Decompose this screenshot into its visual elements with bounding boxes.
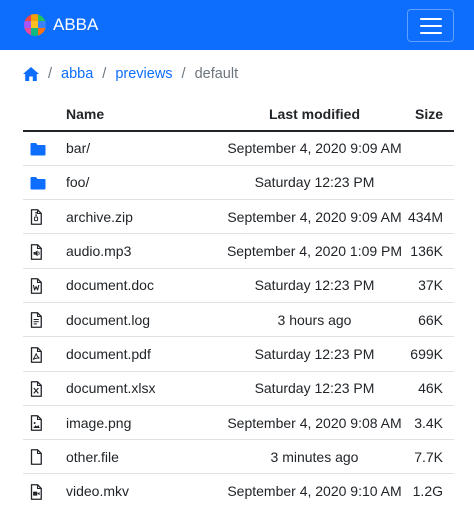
breadcrumb-separator: /	[181, 66, 186, 82]
table-row[interactable]: document.pdf Saturday 12:23 PM 699K	[23, 336, 454, 372]
file-name-cell: archive.zip	[66, 199, 226, 235]
last-modified-cell: 3 minutes ago	[226, 439, 403, 475]
file-pdf-icon	[30, 346, 42, 363]
size-cell	[403, 131, 454, 166]
file-name-link[interactable]: document.log	[66, 312, 150, 328]
file-name-cell: document.xlsx	[66, 371, 226, 406]
file-image-icon	[30, 415, 42, 432]
file-audio-icon	[30, 243, 42, 260]
table-row[interactable]: document.xlsx Saturday 12:23 PM 46K	[23, 371, 454, 406]
logo-icon	[24, 14, 46, 36]
last-modified-cell: September 4, 2020 9:09 AM	[226, 131, 403, 166]
file-name-cell: document.log	[66, 302, 226, 338]
file-name-link[interactable]: audio.mp3	[66, 243, 131, 259]
table-row[interactable]: video.mkv September 4, 2020 9:10 AM 1.2G	[23, 474, 454, 508]
folder-icon	[30, 175, 46, 191]
table-row[interactable]: bar/September 4, 2020 9:09 AM	[23, 131, 454, 166]
breadcrumb-home-link[interactable]	[23, 67, 39, 81]
file-icon-cell	[23, 233, 66, 269]
file-icon-cell	[23, 302, 66, 338]
file-name-link[interactable]: bar/	[66, 140, 90, 156]
size-cell: 3.4K	[403, 405, 454, 441]
folder-icon	[30, 141, 46, 157]
last-modified-cell: September 4, 2020 9:10 AM	[227, 483, 402, 500]
file-name-cell: other.file	[66, 439, 226, 475]
file-excel-icon	[30, 380, 42, 397]
table-row[interactable]: archive.zip September 4, 2020 9:09 AM 434M	[23, 199, 454, 235]
file-icon-cell	[23, 405, 66, 441]
header-icon-cell	[23, 97, 66, 132]
file-table: Name Last modified Size bar/September 4,…	[23, 97, 454, 508]
navbar: ABBA	[0, 0, 474, 50]
file-video-icon	[30, 484, 42, 500]
table-row[interactable]: document.doc Saturday 12:23 PM 37K	[23, 268, 454, 303]
last-modified-cell: September 4, 2020 1:09 PM	[226, 233, 403, 269]
file-icon-cell	[23, 165, 66, 201]
file-name-link[interactable]: document.doc	[66, 277, 154, 293]
file-icon-cell	[23, 474, 66, 508]
file-name-cell: document.pdf	[66, 336, 226, 372]
file-name-link[interactable]: foo/	[66, 174, 89, 190]
size-cell: 46K	[403, 371, 454, 406]
table-row[interactable]: other.file 3 minutes ago 7.7K	[23, 439, 454, 475]
last-modified-cell: September 4, 2020 9:09 AM	[226, 199, 403, 235]
header-size[interactable]: Size	[403, 97, 454, 132]
file-icon	[30, 449, 42, 466]
file-zip-icon	[30, 209, 42, 226]
table-header-row: Name Last modified Size	[23, 97, 454, 132]
breadcrumb: / abba / previews / default	[23, 64, 238, 84]
file-name-cell: video.mkv	[66, 474, 226, 508]
brand-link[interactable]: ABBA	[24, 0, 98, 50]
breadcrumb-separator: /	[102, 66, 107, 82]
file-name-link[interactable]: image.png	[66, 415, 131, 431]
breadcrumb-separator: /	[48, 66, 53, 82]
file-icon-cell	[23, 439, 66, 475]
file-icon-cell	[23, 268, 66, 303]
size-cell: 434M	[403, 199, 454, 235]
file-icon-cell	[23, 371, 66, 406]
file-name-cell: audio.mp3	[66, 233, 226, 269]
last-modified-cell: Saturday 12:23 PM	[226, 371, 403, 406]
size-cell: 66K	[403, 302, 454, 338]
header-last-modified[interactable]: Last modified	[226, 97, 403, 132]
file-icon-cell	[23, 336, 66, 372]
table-row[interactable]: foo/Saturday 12:23 PM	[23, 165, 454, 201]
file-name-link[interactable]: document.xlsx	[66, 380, 155, 396]
file-icon-cell	[23, 131, 66, 166]
last-modified-cell: Saturday 12:23 PM	[226, 268, 403, 303]
last-modified-cell: September 4, 2020 9:08 AM	[226, 405, 403, 441]
breadcrumb-item-abba[interactable]: abba	[61, 66, 93, 82]
file-list: bar/September 4, 2020 9:09 AM foo/Saturda…	[23, 131, 454, 508]
size-cell: 1.2G	[412, 483, 443, 500]
file-name-link[interactable]: document.pdf	[66, 346, 151, 362]
file-name-cell: foo/	[66, 165, 226, 201]
table-row[interactable]: image.png September 4, 2020 9:08 AM 3.4K	[23, 405, 454, 441]
last-modified-cell: Saturday 12:23 PM	[226, 336, 403, 372]
header-name[interactable]: Name	[66, 97, 226, 132]
file-name-cell: document.doc	[66, 268, 226, 303]
size-cell: 7.7K	[403, 439, 454, 475]
file-name-cell: image.png	[66, 405, 226, 441]
file-name-cell: bar/	[66, 131, 226, 166]
table-row[interactable]: document.log 3 hours ago 66K	[23, 302, 454, 338]
size-cell: 37K	[403, 268, 454, 303]
size-cell: 699K	[403, 336, 454, 372]
hamburger-menu-icon	[419, 17, 442, 34]
file-word-icon	[30, 278, 42, 294]
size-cell: 136K	[403, 233, 454, 269]
size-cell	[403, 165, 454, 201]
home-icon	[23, 67, 39, 81]
table-row[interactable]: audio.mp3 September 4, 2020 1:09 PM 136K	[23, 233, 454, 269]
file-icon-cell	[23, 199, 66, 235]
file-name-link[interactable]: other.file	[66, 449, 119, 465]
breadcrumb-current: default	[194, 66, 239, 82]
last-modified-cell: 3 hours ago	[226, 302, 403, 338]
file-name-link[interactable]: video.mkv	[66, 483, 129, 499]
file-name-link[interactable]: archive.zip	[66, 209, 133, 225]
brand-name: ABBA	[53, 15, 99, 34]
navbar-toggle-button[interactable]	[407, 9, 454, 42]
breadcrumb-item-previews[interactable]: previews	[115, 66, 172, 82]
file-text-icon	[30, 312, 42, 329]
last-modified-cell: Saturday 12:23 PM	[226, 165, 403, 201]
